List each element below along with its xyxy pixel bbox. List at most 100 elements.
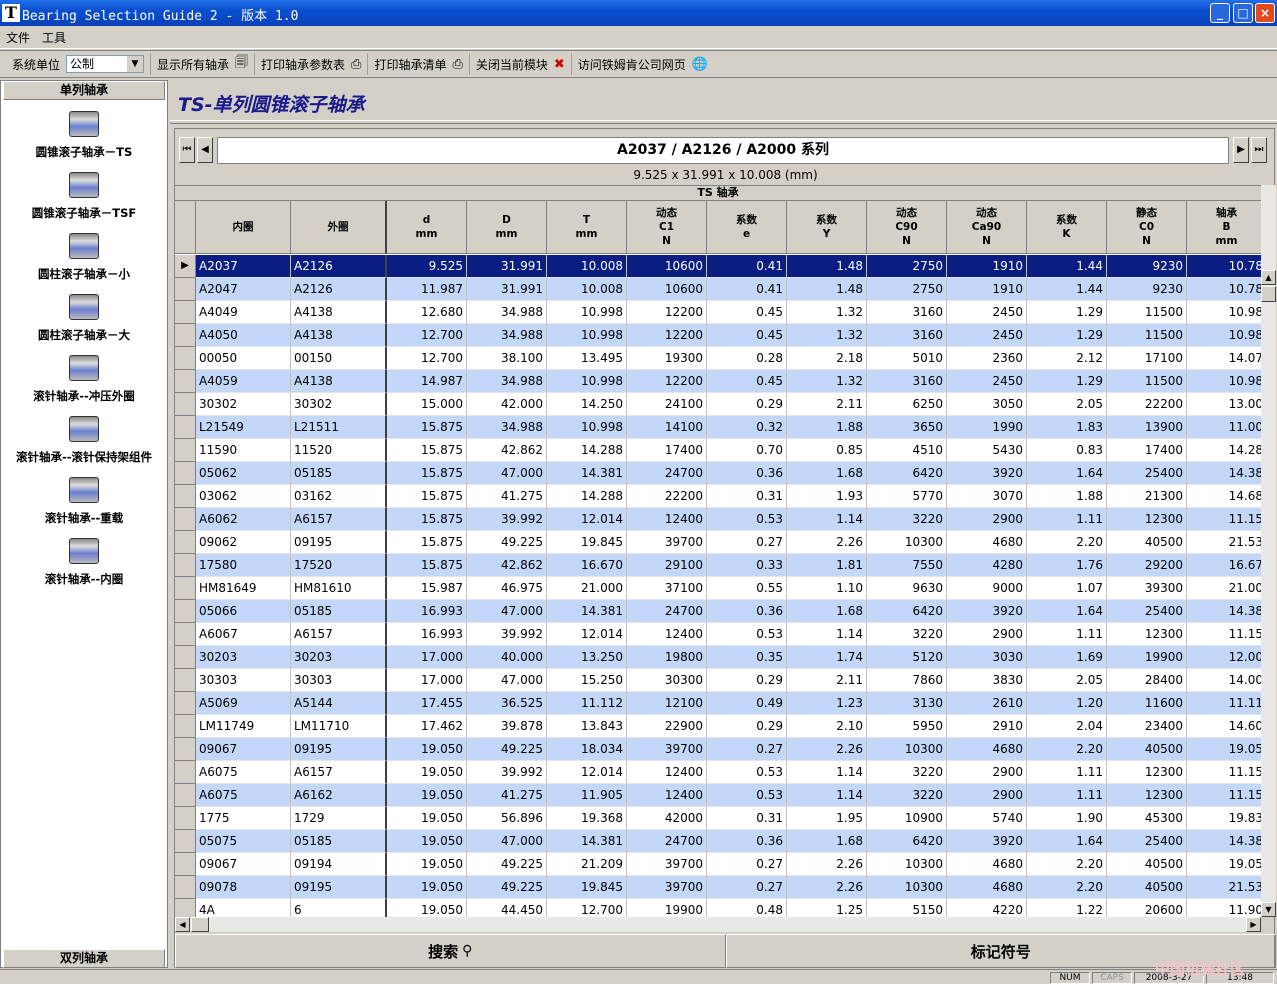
row-header[interactable]	[175, 278, 196, 301]
menu-file[interactable]: 文件	[6, 29, 30, 46]
table-row[interactable]: 11590 11520 15.875 42.862 14.288 17400 0.70 0.8…	[175, 439, 1261, 462]
table-row[interactable]: 17580 17520 15.875 42.862 16.670 29100 0.33 1.8…	[175, 554, 1261, 577]
row-header[interactable]	[175, 439, 196, 462]
column-header-0[interactable]: 内圈	[196, 201, 291, 254]
sidebar-item-ts[interactable]: 圆锥滚子轴承－TS	[1, 111, 167, 171]
row-header[interactable]	[175, 508, 196, 531]
sidebar-item-needle-cage[interactable]: 滚针轴承--滚针保持架组件	[1, 416, 167, 476]
close-module-button[interactable]: 关闭当前模块 ✖	[470, 53, 572, 75]
print-params-button[interactable]: 打印轴承参数表 ⎙	[255, 53, 369, 75]
close-window-button[interactable]: ×	[1255, 3, 1275, 23]
row-header[interactable]	[175, 669, 196, 692]
row-header[interactable]	[175, 715, 196, 738]
row-header[interactable]	[175, 830, 196, 853]
sidebar-item-needle-heavy[interactable]: 滚针轴承--重载	[1, 477, 167, 537]
last-record-button[interactable]: ⏭	[1251, 137, 1267, 163]
minimize-button[interactable]: _	[1210, 3, 1230, 23]
column-header-6[interactable]: 系数 e	[707, 201, 787, 254]
current-row-indicator-icon[interactable]: ▶	[175, 255, 196, 278]
table-row[interactable]: A6075 A6157 19.050 39.992 12.014 12400 0.53 1.1…	[175, 761, 1261, 784]
row-header[interactable]	[175, 738, 196, 761]
table-row[interactable]: 09078 09195 19.050 49.225 19.845 39700 0.27 2.2…	[175, 876, 1261, 899]
table-row[interactable]: 03062 03162 15.875 41.275 14.288 22200 0.31 1.9…	[175, 485, 1261, 508]
maximize-button[interactable]: □	[1233, 3, 1253, 23]
chevron-down-icon[interactable]: ▼	[127, 56, 144, 72]
column-header-3[interactable]: Dmm	[467, 201, 547, 254]
show-all-button[interactable]: 显示所有轴承 🗐	[151, 53, 256, 75]
horizontal-scroll-thumb[interactable]	[191, 917, 209, 932]
table-row[interactable]: A4059 A4138 14.987 34.988 10.998 12200 0.45 1.3…	[175, 370, 1261, 393]
row-header[interactable]	[175, 623, 196, 646]
column-header-5[interactable]: 动态 C1 N	[627, 201, 707, 254]
table-row[interactable]: 05075 05185 19.050 47.000 14.381 24700 0.36 1.6…	[175, 830, 1261, 853]
row-header[interactable]	[175, 807, 196, 830]
table-row[interactable]: 1775 1729 19.050 56.896 19.368 42000 0.31 1.95 1…	[175, 807, 1261, 830]
row-header[interactable]	[175, 899, 196, 917]
row-header[interactable]	[175, 324, 196, 347]
vertical-scrollbar[interactable]: ▲ ▼	[1261, 185, 1276, 917]
table-row[interactable]: LM11749 LM11710 17.462 39.878 13.843 22900 0.2…	[175, 715, 1261, 738]
row-header[interactable]	[175, 646, 196, 669]
table-row[interactable]: 09062 09195 15.875 49.225 19.845 39700 0.27 2.2…	[175, 531, 1261, 554]
row-header[interactable]	[175, 370, 196, 393]
row-header[interactable]	[175, 600, 196, 623]
row-header[interactable]	[175, 301, 196, 324]
column-header-8[interactable]: 动态 C90 N	[867, 201, 947, 254]
row-header[interactable]	[175, 853, 196, 876]
row-header[interactable]	[175, 416, 196, 439]
table-row[interactable]: 05066 05185 16.993 47.000 14.381 24700 0.36 1.6…	[175, 600, 1261, 623]
table-row[interactable]: L21549 L21511 15.875 34.988 10.998 14100 0.32 1…	[175, 416, 1261, 439]
sidebar-item-needle-drawn-cup[interactable]: 滚针轴承--冲压外圈	[1, 355, 167, 415]
sidebar-header-single-row[interactable]: 单列轴承	[3, 81, 165, 100]
sidebar-item-needle-inner[interactable]: 滚针轴承--内圈	[1, 538, 167, 598]
sidebar-item-cyl-small[interactable]: 圆柱滚子轴承－小	[1, 233, 167, 293]
table-row[interactable]: 00050 00150 12.700 38.100 13.495 19300 0.28 2.1…	[175, 347, 1261, 370]
table-row[interactable]: HM81649 HM81610 15.987 46.975 21.000 37100 0.5…	[175, 577, 1261, 600]
vertical-scroll-thumb[interactable]	[1261, 286, 1276, 302]
search-button[interactable]: 搜索 ⚲	[175, 934, 726, 968]
sidebar-header-double-row[interactable]: 双列轴承	[3, 949, 165, 968]
table-row[interactable]: 09067 09194 19.050 49.225 21.209 39700 0.27 2.2…	[175, 853, 1261, 876]
column-header-1[interactable]: 外圈	[291, 201, 387, 254]
scroll-right-icon[interactable]: ▶	[1246, 917, 1261, 932]
column-header-12[interactable]: 轴承 Bmm	[1187, 201, 1261, 254]
unit-dropdown[interactable]: 公制 ▼	[66, 55, 145, 73]
prev-record-button[interactable]: ◀	[197, 137, 213, 163]
row-header[interactable]	[175, 692, 196, 715]
table-row[interactable]: 09067 09195 19.050 49.225 18.034 39700 0.27 2.2…	[175, 738, 1261, 761]
row-header[interactable]	[175, 554, 196, 577]
horizontal-scrollbar[interactable]: ◀ ▶	[175, 917, 1261, 932]
column-header-11[interactable]: 静态 C0 N	[1107, 201, 1187, 254]
column-header-10[interactable]: 系数 K	[1027, 201, 1107, 254]
row-header[interactable]	[175, 577, 196, 600]
table-row[interactable]: A4049 A4138 12.680 34.988 10.998 12200 0.45 1.3…	[175, 301, 1261, 324]
table-row[interactable]: ▶ A2037 A2126 9.525 31.991 10.008 10600 0.41 1.4…	[175, 255, 1261, 278]
first-record-button[interactable]: ⏮	[179, 137, 195, 163]
column-header-2[interactable]: d mm	[387, 201, 467, 254]
row-header[interactable]	[175, 761, 196, 784]
table-row[interactable]: 30303 30303 17.000 47.000 15.250 30300 0.29 2.1…	[175, 669, 1261, 692]
row-header[interactable]	[175, 462, 196, 485]
scroll-left-icon[interactable]: ◀	[175, 917, 190, 932]
column-header-4[interactable]: Tmm	[547, 201, 627, 254]
row-header[interactable]	[175, 347, 196, 370]
table-row[interactable]: A6062 A6157 15.875 39.992 12.014 12400 0.53 1.1…	[175, 508, 1261, 531]
row-header[interactable]	[175, 485, 196, 508]
visit-web-button[interactable]: 访问铁姆肯公司网页 🌐	[572, 53, 714, 75]
scroll-up-icon[interactable]: ▲	[1261, 270, 1276, 285]
table-row[interactable]: 30203 30203 17.000 40.000 13.250 19800 0.35 1.7…	[175, 646, 1261, 669]
sidebar-item-tsf[interactable]: 圆锥滚子轴承－TSF	[1, 172, 167, 232]
menu-tools[interactable]: 工具	[42, 29, 66, 46]
table-row[interactable]: A5069 A5144 17.455 36.525 11.112 12100 0.49 1.2…	[175, 692, 1261, 715]
table-row[interactable]: 05062 05185 15.875 47.000 14.381 24700 0.36 1.6…	[175, 462, 1261, 485]
table-row[interactable]: A2047 A2126 11.987 31.991 10.008 10600 0.41 1.4…	[175, 278, 1261, 301]
row-header[interactable]	[175, 531, 196, 554]
table-row[interactable]: A6067 A6157 16.993 39.992 12.014 12400 0.53 1.1…	[175, 623, 1261, 646]
sidebar-item-cyl-large[interactable]: 圆柱滚子轴承－大	[1, 294, 167, 354]
row-header[interactable]	[175, 393, 196, 416]
title-bar[interactable]: T Bearing Selection Guide 2 - 版本 1.0 _ □…	[0, 0, 1277, 26]
column-header-9[interactable]: 动态 Ca90 N	[947, 201, 1027, 254]
column-header-7[interactable]: 系数 Y	[787, 201, 867, 254]
print-list-button[interactable]: 打印轴承清单 ⎙	[368, 53, 470, 75]
row-header[interactable]	[175, 784, 196, 807]
